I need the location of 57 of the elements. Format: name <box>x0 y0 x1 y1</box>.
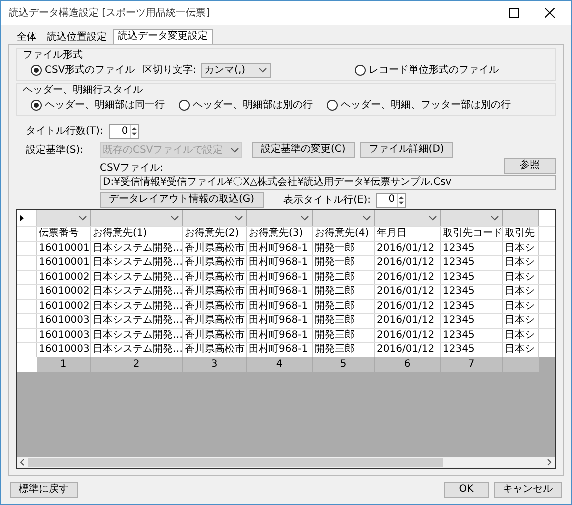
window-title: 読込データ構造設定 [スポーツ用品統一伝票] <box>9 6 211 20</box>
chevron-down-icon <box>235 216 243 220</box>
row-pointer-icon <box>20 214 24 222</box>
horizontal-scrollbar[interactable] <box>17 457 555 468</box>
title-rows-label: タイトル行数(T): <box>26 125 104 139</box>
close-icon[interactable] <box>545 8 555 18</box>
display-title-row-label: 表示タイトル行(E): <box>284 194 372 208</box>
spinner-arrows-icon[interactable] <box>397 194 406 206</box>
radio-button[interactable] <box>179 100 190 110</box>
tab[interactable]: 読込データ変更設定 <box>113 29 213 44</box>
chevron-down-icon <box>171 216 179 220</box>
chevron-down-icon <box>231 148 239 152</box>
column-number: 7 <box>441 356 503 372</box>
maximize-icon[interactable] <box>509 8 519 18</box>
radio-button[interactable] <box>31 100 42 110</box>
radio-label: ヘッダー、明細部は同一行 <box>45 98 165 112</box>
file-details-button[interactable]: ファイル詳細(D) <box>360 142 454 158</box>
row-header-cell <box>17 356 37 372</box>
basis-label: 設定基準(S): <box>26 144 85 158</box>
chevron-down-icon <box>258 68 267 72</box>
spinner-arrows-icon[interactable] <box>130 125 138 138</box>
radio-button[interactable] <box>31 64 42 76</box>
column-number: 5 <box>313 356 375 372</box>
delimiter-dropdown[interactable]: カンマ(,) <box>200 62 271 78</box>
tab[interactable]: 全体 <box>13 31 41 44</box>
title-rows-spinner[interactable]: 0 <box>109 124 140 139</box>
group-title: ヘッダー、明細行スタイル <box>23 84 144 97</box>
column-number: 4 <box>247 356 313 372</box>
chevron-down-icon <box>301 216 309 220</box>
column-number: 3 <box>183 356 247 372</box>
column-number: 6 <box>375 356 441 372</box>
radio-label: ヘッダー、明細、フッター部は別の行 <box>341 98 511 112</box>
cancel-button[interactable]: キャンセル <box>494 482 562 498</box>
group-title: ファイル形式 <box>23 49 84 62</box>
browse-button[interactable]: 参照 <box>504 158 556 174</box>
import-layout-button[interactable]: データレイアウト情報の取込(G) <box>100 192 264 208</box>
chevron-down-icon <box>363 216 371 220</box>
column-number: 2 <box>91 356 183 372</box>
radio-label: レコード単位形式のファイル <box>369 64 499 78</box>
delimiter-label: 区切り文字: <box>143 64 197 78</box>
radio-button[interactable] <box>327 100 338 110</box>
ok-button[interactable]: OK <box>444 482 489 498</box>
scrollbar-thumb[interactable] <box>28 458 443 467</box>
radio-label: CSV形式のファイル <box>45 64 136 78</box>
column-number-cell <box>503 356 539 372</box>
radio-label: ヘッダー、明細部は別の行 <box>193 98 313 112</box>
chevron-down-icon <box>79 216 87 220</box>
change-basis-button[interactable]: 設定基準の変更(C) <box>252 142 355 158</box>
display-title-row-spinner[interactable]: 0 <box>376 192 406 208</box>
reset-button[interactable]: 標準に戻す <box>10 482 78 498</box>
csv-path-field[interactable]: D:¥受信情報¥受信ファイル¥〇X△株式会社¥読込用データ¥伝票サンプル.Csv <box>100 175 556 190</box>
csv-file-label: CSVファイル: <box>100 162 165 175</box>
radio-button[interactable] <box>355 64 366 76</box>
chevron-down-icon <box>429 216 437 220</box>
column-number: 1 <box>37 356 91 372</box>
tab[interactable]: 読込位置設定 <box>43 31 111 44</box>
chevron-down-icon <box>491 216 499 220</box>
